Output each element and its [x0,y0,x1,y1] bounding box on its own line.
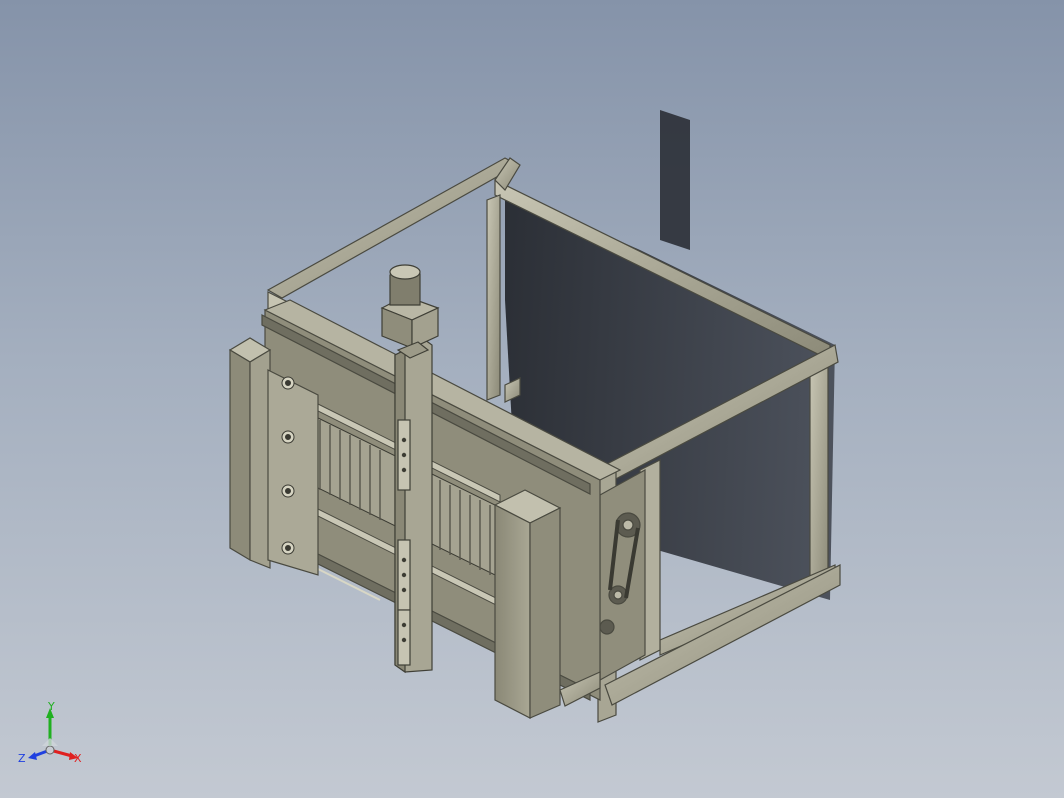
z-axis-label: Z [18,752,26,765]
right-end-block[interactable] [493,489,562,719]
triad-plane [42,738,58,746]
cad-model-view[interactable] [0,0,1064,798]
y-axis-label: Y [47,702,55,713]
z-arrow-head [28,752,37,760]
triad-origin [45,745,55,755]
x-axis-label: X [74,752,82,765]
orientation-triad[interactable]: Y X Z [18,702,88,774]
graphics-viewport[interactable]: Y X Z [0,0,1064,798]
